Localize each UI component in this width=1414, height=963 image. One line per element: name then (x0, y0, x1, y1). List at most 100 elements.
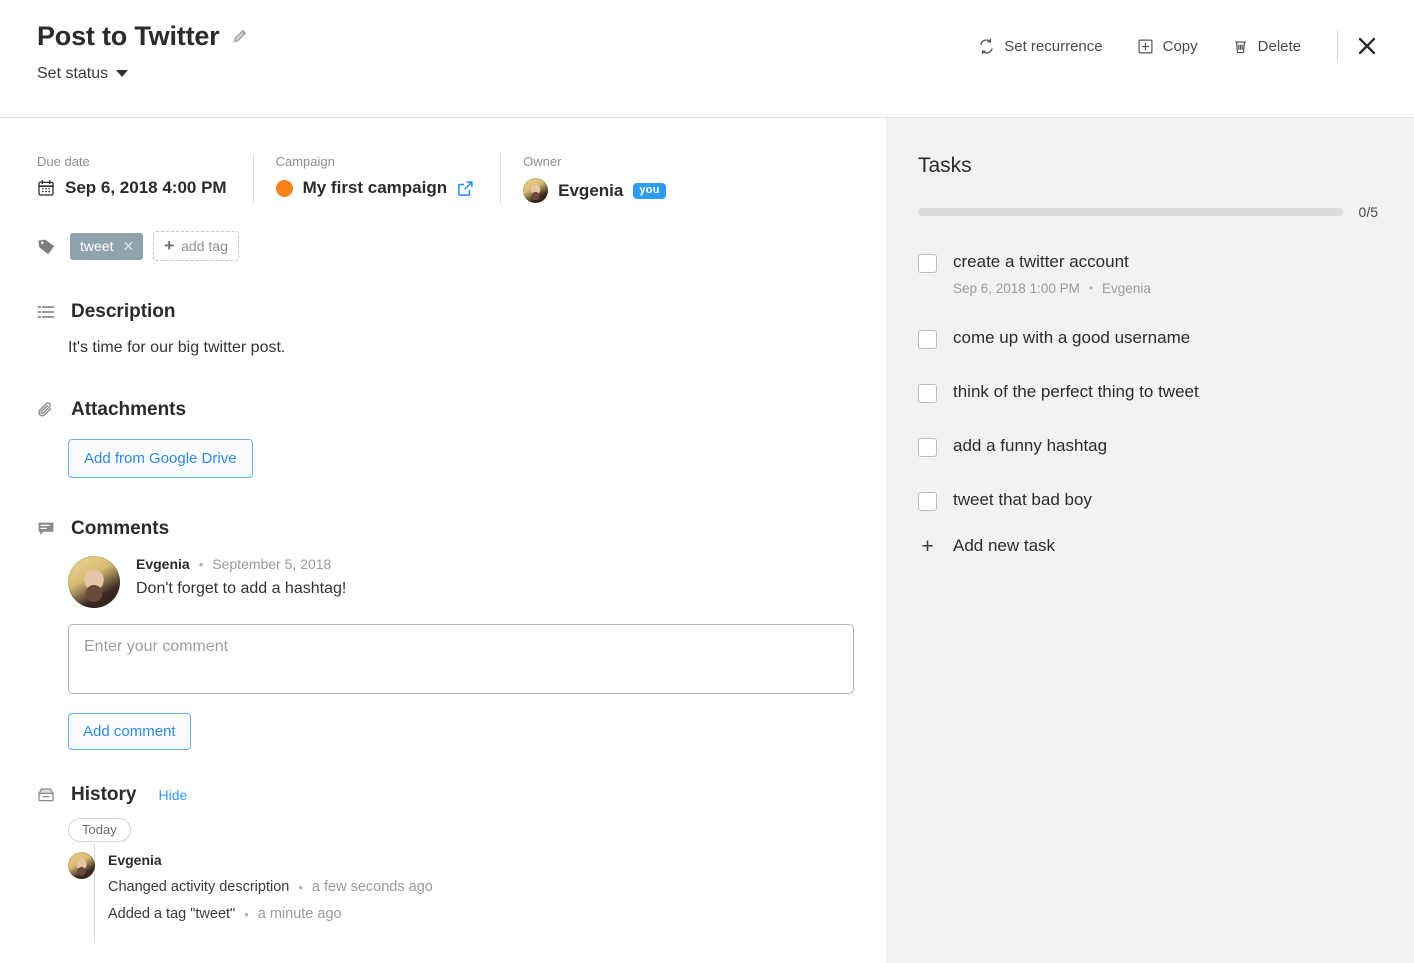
comment-meta: Evgenia • September 5, 2018 (136, 556, 346, 572)
task-label: add a funny hashtag (953, 435, 1108, 455)
history-header: History Hide (37, 784, 886, 806)
campaign-value: My first campaign (302, 178, 448, 197)
main-panel: Due date Sep 6, 2018 4:00 PM Campaign My… (0, 118, 886, 963)
campaign-field[interactable]: Campaign My first campaign (252, 154, 501, 203)
comment-content: Evgenia • September 5, 2018 Don't forget… (136, 556, 346, 608)
task-due: Sep 6, 2018 1:00 PM (953, 280, 1080, 296)
attachments-title: Attachments (71, 399, 187, 420)
campaign-label: Campaign (275, 154, 335, 169)
history-author: Evgenia (108, 852, 162, 868)
owner-value-row: Evgenia you (523, 178, 666, 203)
pencil-icon[interactable] (232, 29, 248, 45)
due-date-value: Sep 6, 2018 4:00 PM (65, 178, 227, 197)
add-new-task-button[interactable]: + Add new task (918, 536, 1414, 557)
campaign-value-row: My first campaign (275, 178, 475, 198)
add-comment-button[interactable]: Add comment (68, 713, 191, 750)
task-sub: Sep 6, 2018 1:00 PM • Evgenia (953, 281, 1151, 296)
task-label: come up with a good username (953, 327, 1191, 347)
task-checkbox[interactable] (918, 383, 937, 403)
comment-input[interactable] (68, 624, 854, 694)
progress-track (918, 208, 1343, 216)
tasks-title: Tasks (918, 154, 972, 177)
separator-dot: • (1088, 281, 1094, 296)
progress-count: 0/5 (1358, 204, 1378, 220)
add-from-google-drive-button[interactable]: Add from Google Drive (68, 439, 253, 478)
task-item[interactable]: create a twitter account Sep 6, 2018 1:0… (918, 252, 1414, 296)
comment-date: September 5, 2018 (212, 556, 332, 572)
task-checkbox[interactable] (918, 329, 937, 349)
comment-item: Evgenia • September 5, 2018 Don't forget… (68, 556, 886, 608)
task-label: tweet that bad boy (953, 489, 1092, 509)
attachments-section: Attachments Add from Google Drive (0, 399, 886, 478)
tag-chip-tweet[interactable]: tweet ✕ (70, 232, 144, 260)
archive-icon (37, 786, 55, 804)
due-date-field[interactable]: Due date Sep 6, 2018 4:00 PM (37, 154, 253, 203)
delete-label: Delete (1257, 37, 1301, 55)
list-icon (37, 303, 55, 321)
comments-section: Comments Evgenia • September 5, 2018 Don… (0, 518, 886, 750)
description-body: It's time for our big twitter post. (37, 339, 886, 357)
delete-button[interactable]: Delete (1222, 34, 1311, 59)
comments-title: Comments (71, 518, 170, 539)
external-link-icon[interactable] (457, 180, 474, 197)
copy-button[interactable]: Copy (1127, 34, 1208, 59)
activity-header: Post to Twitter Set status Set recurrenc… (0, 0, 1414, 118)
paperclip-icon (37, 401, 55, 419)
comments-body: Evgenia • September 5, 2018 Don't forget… (37, 556, 886, 750)
task-checkbox[interactable] (918, 437, 937, 457)
history-body: Today Evgenia Changed activity descripti… (37, 818, 886, 942)
meta-row: Due date Sep 6, 2018 4:00 PM Campaign My… (0, 118, 886, 203)
header-actions: Set recurrence Copy Delete (954, 29, 1390, 63)
close-icon[interactable]: ✕ (122, 239, 134, 253)
trash-icon (1232, 38, 1249, 55)
history-line-text: Added a tag "tweet" (108, 906, 236, 922)
owner-value: Evgenia (558, 180, 624, 200)
owner-field[interactable]: Owner Evgenia you (500, 154, 692, 203)
add-tag-button[interactable]: + add tag (153, 231, 239, 261)
history-section: History Hide Today Evgenia Changed activ… (0, 784, 886, 942)
separator-dot: • (244, 906, 249, 922)
attachments-body: Add from Google Drive (37, 421, 886, 478)
task-checkbox[interactable] (918, 491, 937, 511)
header-divider (1337, 31, 1338, 61)
task-item[interactable]: think of the perfect thing to tweet (918, 382, 1414, 403)
task-checkbox[interactable] (918, 254, 937, 273)
history-entry: Evgenia Changed activity description • a… (68, 852, 886, 922)
activity-body: Due date Sep 6, 2018 4:00 PM Campaign My… (0, 118, 1414, 963)
chevron-down-icon (116, 70, 129, 78)
set-status-dropdown[interactable]: Set status (37, 65, 248, 83)
set-recurrence-button[interactable]: Set recurrence (968, 34, 1112, 59)
task-content: create a twitter account Sep 6, 2018 1:0… (953, 252, 1151, 296)
avatar (68, 556, 120, 608)
description-title: Description (71, 301, 176, 322)
add-new-task-label: Add new task (953, 536, 1056, 556)
task-item[interactable]: add a funny hashtag (918, 436, 1414, 457)
plus-icon: + (164, 236, 175, 255)
task-assignee: Evgenia (1102, 280, 1151, 296)
attachments-header: Attachments (37, 399, 886, 421)
tags-row: tweet ✕ + add tag (0, 203, 886, 261)
task-item[interactable]: come up with a good username (918, 328, 1414, 349)
campaign-color-dot (275, 179, 293, 197)
page-title: Post to Twitter (37, 21, 220, 51)
separator-dot: • (198, 556, 204, 572)
description-text[interactable]: It's time for our big twitter post. (68, 339, 886, 357)
task-label: think of the perfect thing to tweet (953, 381, 1199, 401)
history-line-time: a few seconds ago (311, 879, 433, 895)
plus-icon: + (921, 534, 934, 558)
history-line-text: Changed activity description (108, 879, 290, 895)
avatar (523, 178, 549, 203)
recurrence-icon (978, 38, 995, 55)
tasks-progress: 0/5 (918, 204, 1414, 220)
separator-dot: • (298, 879, 303, 895)
calendar-icon (37, 179, 55, 197)
close-icon[interactable] (1350, 29, 1384, 63)
history-toggle-link[interactable]: Hide (158, 787, 187, 803)
description-section: Description It's time for our big twitte… (0, 301, 886, 357)
add-tag-label: add tag (181, 237, 228, 254)
comments-header: Comments (37, 518, 886, 540)
task-item[interactable]: tweet that bad boy (918, 490, 1414, 511)
title-row: Post to Twitter (37, 21, 248, 52)
description-header: Description (37, 301, 886, 323)
copy-label: Copy (1162, 37, 1198, 55)
